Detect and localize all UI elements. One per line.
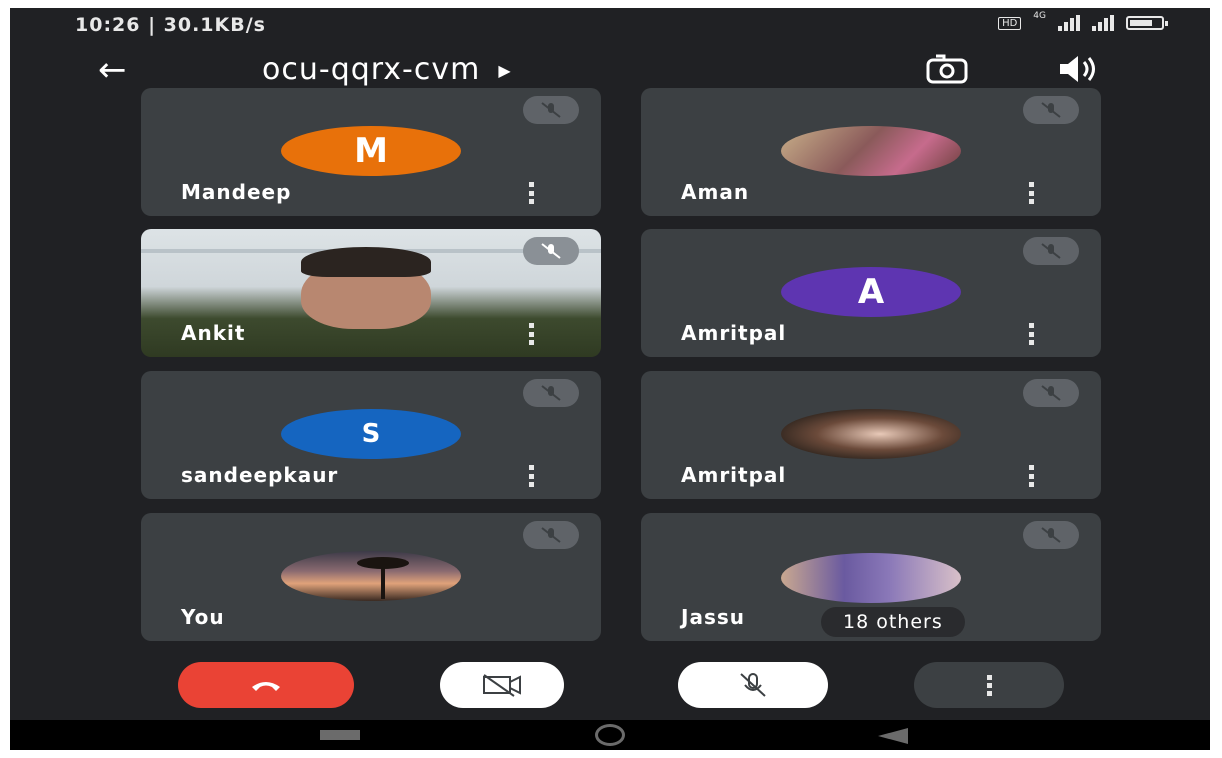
mic-off-icon	[1023, 379, 1079, 407]
end-call-button[interactable]	[178, 662, 354, 708]
signal-icon	[1058, 15, 1080, 31]
more-vert-icon[interactable]	[1021, 182, 1041, 204]
phone-hangup-icon	[252, 682, 280, 691]
network-type: 4G	[1033, 11, 1046, 21]
back-arrow-icon[interactable]: ←	[98, 50, 127, 90]
recents-icon[interactable]	[320, 730, 360, 740]
participant-hair	[301, 247, 431, 277]
signal-icon-2	[1092, 15, 1114, 31]
profile-photo	[781, 553, 961, 603]
participant-name: You	[181, 605, 225, 629]
participant-tile-video[interactable]: Ankit	[141, 229, 601, 357]
system-nav-bar	[10, 720, 1210, 750]
home-icon[interactable]	[595, 724, 625, 746]
triangle-right-icon: ▶	[498, 61, 512, 80]
participant-name: Mandeep	[181, 180, 292, 204]
call-controls	[10, 658, 1210, 714]
profile-photo	[781, 409, 961, 459]
participant-tile[interactable]: A Amritpal	[641, 229, 1101, 357]
camera-switch-icon[interactable]	[922, 52, 972, 86]
participant-tile[interactable]: S sandeepkaur	[141, 371, 601, 499]
participant-name: Ankit	[181, 321, 246, 345]
others-count-chip[interactable]: 18 others	[821, 607, 965, 637]
mic-off-icon	[1023, 96, 1079, 124]
mic-toggle-button[interactable]	[678, 662, 828, 708]
videocam-off-icon	[483, 674, 521, 697]
participant-tile[interactable]: Amritpal	[641, 371, 1101, 499]
more-vert-icon[interactable]	[521, 465, 541, 487]
speaker-icon[interactable]	[1056, 52, 1102, 86]
profile-photo	[781, 126, 961, 176]
more-vert-icon	[986, 674, 992, 696]
more-options-button[interactable]	[914, 662, 1064, 708]
mic-off-icon	[740, 673, 766, 697]
status-icons: HD 4G	[998, 11, 1168, 31]
more-vert-icon[interactable]	[521, 323, 541, 345]
more-vert-icon[interactable]	[1021, 323, 1041, 345]
battery-icon	[1126, 16, 1168, 30]
back-nav-icon[interactable]	[878, 728, 908, 744]
avatar: S	[281, 409, 461, 459]
participant-tile[interactable]: M Mandeep	[141, 88, 601, 216]
more-vert-icon[interactable]	[521, 182, 541, 204]
status-bar: 10:26 | 30.1KB/s HD 4G	[10, 8, 1210, 42]
mic-off-icon	[523, 379, 579, 407]
status-time-speed: 10:26 | 30.1KB/s	[75, 14, 266, 36]
mic-off-icon	[523, 521, 579, 549]
meeting-code-button[interactable]: ocu-qqrx-cvm ▶	[262, 52, 512, 87]
camera-toggle-button[interactable]	[440, 662, 564, 708]
participant-name: Aman	[681, 180, 750, 204]
meeting-code-label: ocu-qqrx-cvm	[262, 52, 481, 87]
participant-name: Jassu	[681, 605, 745, 629]
mic-off-icon	[1023, 521, 1079, 549]
participant-name: Amritpal	[681, 321, 787, 345]
avatar: A	[781, 267, 961, 317]
profile-photo	[281, 551, 461, 601]
meet-screen: 10:26 | 30.1KB/s HD 4G ← ocu-qqrx-cvm ▶	[10, 8, 1210, 750]
participant-tile-self[interactable]: You	[141, 513, 601, 641]
participant-tile[interactable]: Aman	[641, 88, 1101, 216]
mic-off-icon	[523, 237, 579, 265]
mic-off-icon	[523, 96, 579, 124]
participant-tile[interactable]: Jassu 18 others	[641, 513, 1101, 641]
hd-badge: HD	[998, 16, 1022, 30]
mic-off-icon	[1023, 237, 1079, 265]
avatar: M	[281, 126, 461, 176]
participant-name: sandeepkaur	[181, 463, 339, 487]
participant-name: Amritpal	[681, 463, 787, 487]
more-vert-icon[interactable]	[1021, 465, 1041, 487]
